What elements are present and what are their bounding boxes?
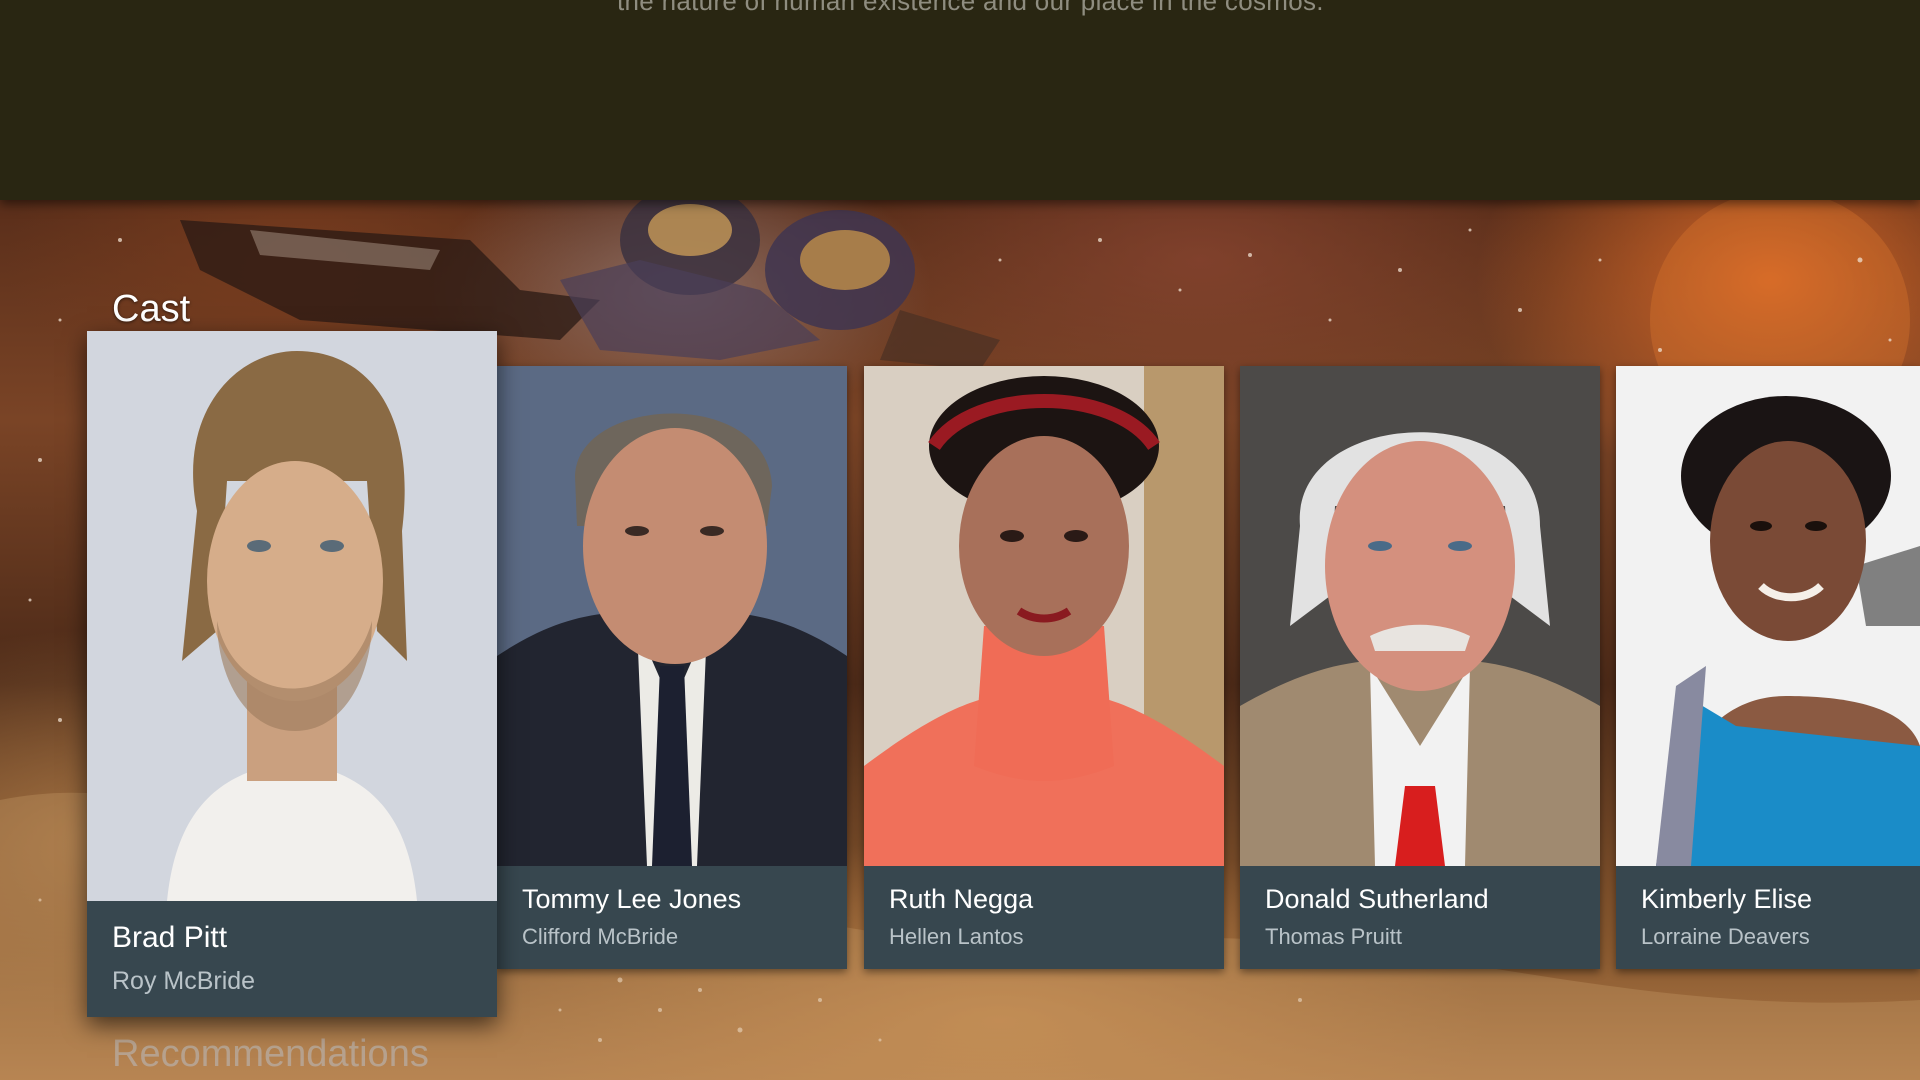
character-name: Lorraine Deavers xyxy=(1641,924,1810,949)
cast-card-donald-sutherland[interactable]: Donald Sutherland Thomas Pruitt xyxy=(1240,366,1600,969)
cast-card-caption: Tommy Lee Jones Clifford McBride xyxy=(497,866,847,969)
character-name: Hellen Lantos xyxy=(889,924,1024,949)
cast-card-tommy-lee-jones[interactable]: Tommy Lee Jones Clifford McBride xyxy=(497,366,847,969)
character-name: Clifford McBride xyxy=(522,924,679,949)
overview-band: the nature of human existence and our pl… xyxy=(0,0,1920,200)
actor-name: Brad Pitt xyxy=(112,921,228,954)
cast-card-ruth-negga[interactable]: Ruth Negga Hellen Lantos xyxy=(864,366,1224,969)
actor-photo xyxy=(497,366,847,866)
cast-card-caption: Kimberly Elise Lorraine Deavers xyxy=(1616,866,1920,969)
overview-text: the nature of human existence and our pl… xyxy=(617,0,1324,16)
character-name: Roy McBride xyxy=(112,967,256,995)
cast-section-title: Cast xyxy=(112,288,191,330)
cast-card-brad-pitt[interactable]: Brad Pitt Roy McBride xyxy=(87,331,497,1017)
actor-name: Kimberly Elise xyxy=(1641,884,1813,914)
actor-photo xyxy=(1616,366,1920,866)
cast-card-caption: Ruth Negga Hellen Lantos xyxy=(864,866,1224,969)
actor-name: Tommy Lee Jones xyxy=(522,884,742,914)
actor-photo xyxy=(864,366,1224,866)
character-name: Thomas Pruitt xyxy=(1265,924,1402,949)
recommendations-section-title: Recommendations xyxy=(112,1033,429,1075)
cast-card-caption: Donald Sutherland Thomas Pruitt xyxy=(1240,866,1600,969)
cast-card-kimberly-elise[interactable]: Kimberly Elise Lorraine Deavers xyxy=(1616,366,1920,969)
actor-name: Ruth Negga xyxy=(889,884,1034,914)
cast-card-caption: Brad Pitt Roy McBride xyxy=(87,901,497,1017)
actor-photo xyxy=(1240,366,1600,866)
actor-photo xyxy=(87,331,497,901)
actor-name: Donald Sutherland xyxy=(1265,884,1489,914)
